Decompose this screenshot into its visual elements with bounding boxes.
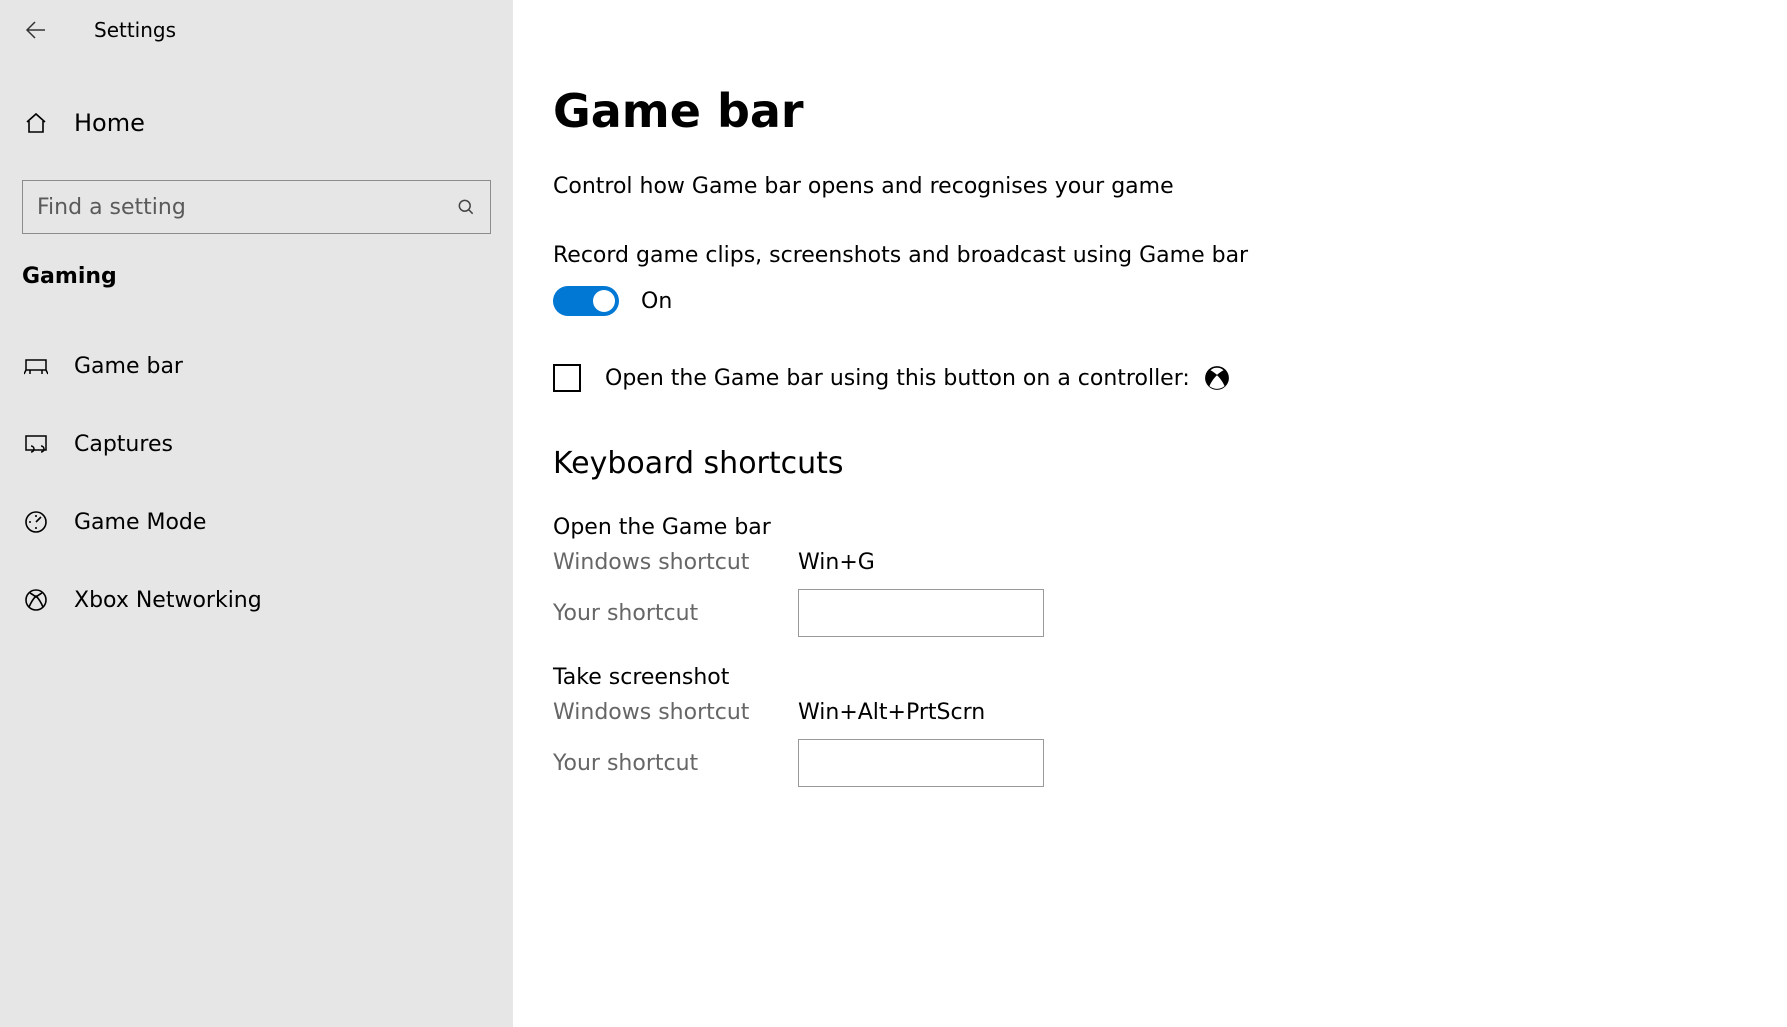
sidebar-item-captures[interactable]: Captures: [0, 409, 513, 479]
shortcuts-title: Keyboard shortcuts: [553, 446, 1787, 481]
home-nav[interactable]: Home: [0, 88, 513, 158]
search-box[interactable]: [22, 180, 491, 234]
sidebar-item-xbox-networking[interactable]: Xbox Networking: [0, 565, 513, 635]
sidebar: Settings Home Gaming: [0, 0, 513, 1027]
record-toggle[interactable]: [553, 286, 619, 316]
windows-shortcut-label: Windows shortcut: [553, 550, 798, 575]
sidebar-item-game-mode[interactable]: Game Mode: [0, 487, 513, 557]
toggle-state-label: On: [641, 289, 672, 314]
your-shortcut-input[interactable]: [798, 589, 1044, 637]
sidebar-item-label: Game Mode: [74, 510, 206, 535]
sidebar-item-label: Xbox Networking: [74, 588, 262, 613]
controller-label: Open the Game bar using this button on a…: [605, 366, 1190, 391]
shortcut-block: Open the Game bar Windows shortcut Win+G…: [553, 515, 1787, 637]
your-shortcut-label: Your shortcut: [553, 601, 798, 626]
page-subtitle: Control how Game bar opens and recognise…: [553, 174, 1787, 199]
toggle-knob: [593, 290, 615, 312]
shortcut-name: Open the Game bar: [553, 515, 1787, 540]
search-icon: [456, 197, 476, 217]
shortcut-block: Take screenshot Windows shortcut Win+Alt…: [553, 665, 1787, 787]
xbox-logo-icon: [1204, 365, 1230, 391]
back-button[interactable]: [22, 17, 48, 43]
record-description: Record game clips, screenshots and broad…: [553, 243, 1787, 268]
windows-shortcut-label: Windows shortcut: [553, 700, 798, 725]
your-shortcut-label: Your shortcut: [553, 751, 798, 776]
xbox-icon: [24, 588, 48, 612]
game-bar-icon: [24, 356, 48, 376]
shortcut-name: Take screenshot: [553, 665, 1787, 690]
home-icon: [24, 111, 48, 135]
controller-checkbox[interactable]: [553, 364, 581, 392]
game-mode-icon: [24, 510, 48, 534]
sidebar-item-game-bar[interactable]: Game bar: [0, 331, 513, 401]
content-area: Game bar Control how Game bar opens and …: [513, 0, 1787, 1027]
category-title: Gaming: [0, 234, 513, 289]
sidebar-item-label: Game bar: [74, 354, 183, 379]
page-title: Game bar: [553, 84, 1787, 138]
arrow-left-icon: [23, 18, 47, 42]
your-shortcut-input[interactable]: [798, 739, 1044, 787]
windows-shortcut-value: Win+G: [798, 550, 875, 575]
search-input[interactable]: [37, 195, 456, 220]
window-title: Settings: [94, 18, 176, 42]
captures-icon: [24, 434, 48, 454]
home-label: Home: [74, 109, 145, 137]
sidebar-item-label: Captures: [74, 432, 173, 457]
windows-shortcut-value: Win+Alt+PrtScrn: [798, 700, 985, 725]
